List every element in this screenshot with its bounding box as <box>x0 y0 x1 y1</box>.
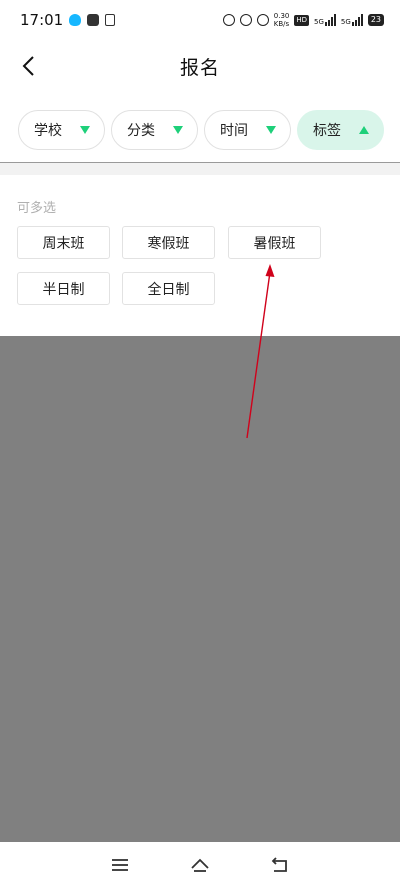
status-right: 0.30 KB/s HD 5G 5G 23 <box>222 12 384 28</box>
filter-tag-label: 标签 <box>313 123 341 139</box>
home-button[interactable] <box>184 849 216 881</box>
back-arrow-icon <box>22 56 34 76</box>
document-icon <box>105 14 116 26</box>
menu-button[interactable] <box>104 849 136 881</box>
dim-overlay[interactable] <box>0 336 400 842</box>
multi-select-hint: 可多选 <box>17 201 57 216</box>
status-left: 17:01 <box>20 11 116 29</box>
triangle-down-icon <box>173 126 183 134</box>
headphone-icon <box>222 14 235 26</box>
tag-option-winter[interactable]: 寒假班 <box>122 226 215 259</box>
return-icon <box>271 857 287 872</box>
network-speed-unit: KB/s <box>273 20 290 28</box>
tag-panel: 可多选 周末班 寒假班 暑假班 半日制 全日制 <box>0 175 400 336</box>
triangle-up-icon <box>359 126 369 134</box>
page-title: 报名 <box>179 56 220 79</box>
nav-bar: 报名 <box>0 44 400 88</box>
filter-time-label: 时间 <box>220 123 248 139</box>
signal-bars-icon <box>324 14 336 26</box>
qq-icon <box>69 14 82 26</box>
network-speed: 0.30 KB/s <box>274 12 290 28</box>
signal-5g-b: 5G <box>341 14 363 26</box>
signal-5g-a-label: 5G <box>314 18 324 26</box>
filter-row: 学校 分类 时间 标签 <box>18 110 388 152</box>
status-time: 17:01 <box>20 11 64 29</box>
filter-category[interactable]: 分类 <box>111 110 198 150</box>
alarm-icon <box>239 14 252 26</box>
tag-option-half-day[interactable]: 半日制 <box>17 272 110 305</box>
filter-school-label: 学校 <box>34 123 62 139</box>
signal-5g-a: 5G <box>314 14 336 26</box>
back-button[interactable] <box>14 52 42 80</box>
vibrate-icon <box>256 14 269 26</box>
filter-time[interactable]: 时间 <box>204 110 291 150</box>
tag-option-summer[interactable]: 暑假班 <box>228 226 321 259</box>
menu-icon <box>112 859 128 871</box>
signal-5g-b-label: 5G <box>340 18 351 26</box>
network-speed-value: 0.30 <box>273 12 290 20</box>
gray-band <box>0 163 400 175</box>
filter-tag[interactable]: 标签 <box>297 110 384 150</box>
return-button[interactable] <box>264 849 296 881</box>
signal-bars-icon <box>351 14 363 26</box>
tag-option-weekend[interactable]: 周末班 <box>17 226 110 259</box>
system-nav-bar <box>0 842 400 888</box>
home-icon <box>191 858 209 872</box>
triangle-down-icon <box>266 126 276 134</box>
status-bar: 17:01 0.30 KB/s HD 5G 5G 23 <box>0 0 400 40</box>
filter-category-label: 分类 <box>127 123 155 139</box>
hd-icon: HD <box>294 14 310 26</box>
filter-school[interactable]: 学校 <box>18 110 105 150</box>
tag-option-full-day[interactable]: 全日制 <box>122 272 215 305</box>
battery-icon: 23 <box>367 14 384 26</box>
triangle-down-icon <box>80 126 90 134</box>
message-icon <box>87 14 100 26</box>
